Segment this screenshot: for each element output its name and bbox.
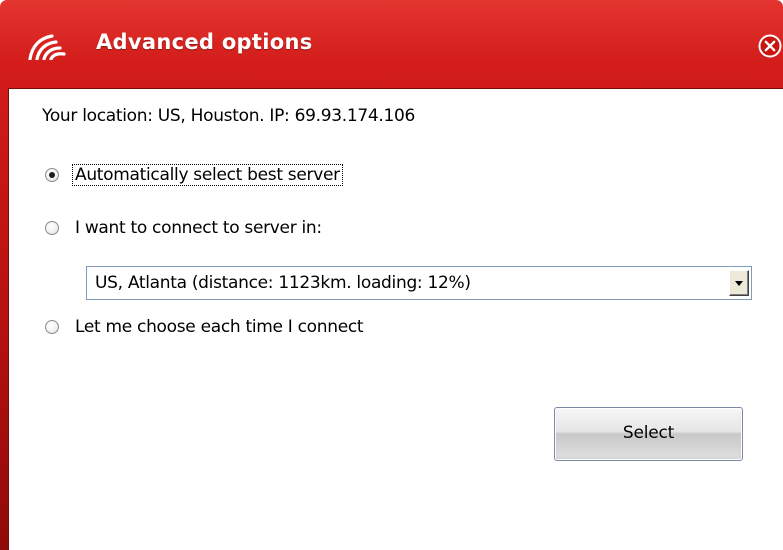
window-title: Advanced options <box>96 30 313 54</box>
select-button[interactable]: Select <box>554 407 743 461</box>
close-circle-icon[interactable] <box>757 33 783 59</box>
dropdown-button[interactable] <box>729 270 749 296</box>
radio-label-manual-server: I want to connect to server in: <box>75 218 322 238</box>
dialog-content: Your location: US, Houston. IP: 69.93.17… <box>8 88 783 550</box>
radio-button[interactable] <box>45 320 59 334</box>
server-dropdown-value: US, Atlanta (distance: 1123km. loading: … <box>95 273 471 293</box>
title-bar[interactable]: Advanced options <box>0 0 783 88</box>
radio-label-choose-each-time: Let me choose each time I connect <box>75 317 364 337</box>
radio-choose-each-time[interactable]: Let me choose each time I connect <box>45 317 365 337</box>
radio-label-auto-select: Automatically select best server <box>72 164 343 186</box>
radio-button-checked[interactable] <box>45 168 59 182</box>
signal-waves-logo-icon <box>28 34 66 60</box>
radio-button[interactable] <box>45 221 59 235</box>
advanced-options-dialog: Advanced options Your location: US, Hous… <box>0 0 783 550</box>
triangle-down-icon <box>735 281 743 286</box>
server-dropdown[interactable]: US, Atlanta (distance: 1123km. loading: … <box>86 266 752 300</box>
radio-manual-server[interactable]: I want to connect to server in: <box>45 218 324 238</box>
location-info: Your location: US, Houston. IP: 69.93.17… <box>42 106 416 126</box>
radio-auto-select[interactable]: Automatically select best server <box>45 164 343 186</box>
select-button-label: Select <box>622 423 675 443</box>
